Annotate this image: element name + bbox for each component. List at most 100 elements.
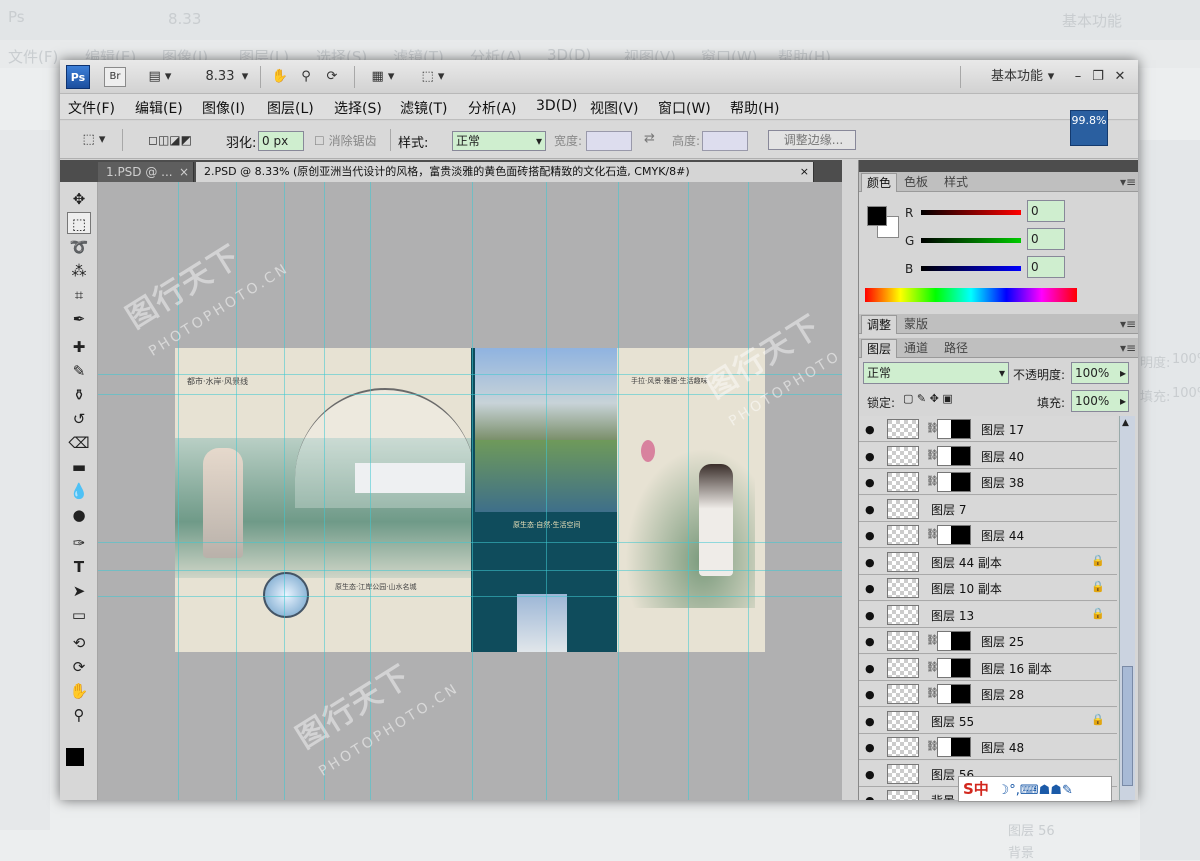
eye-visibility-icon[interactable]: ● [865, 609, 875, 622]
tab-doc1[interactable]: 1.PSD @ ... × [98, 162, 194, 182]
layer-name[interactable]: 图层 40 [981, 448, 1024, 465]
blur-tool-icon[interactable]: 💧 [67, 480, 91, 502]
close-icon[interactable]: ✕ [1112, 66, 1128, 88]
eye-visibility-icon[interactable]: ● [865, 794, 875, 800]
layer-name[interactable]: 图层 44 副本 [931, 554, 1002, 571]
foreground-color-swatch[interactable] [867, 206, 887, 226]
3d-orbit-icon[interactable]: ⟳ [67, 656, 91, 678]
dodge-tool-icon[interactable]: ● [67, 504, 91, 526]
zoom-tool-icon[interactable]: ⚲ [294, 66, 318, 88]
menu-image[interactable]: 图像(I) [202, 98, 245, 118]
panel-menu-icon[interactable]: ▾≡ [1115, 315, 1138, 334]
menu-file[interactable]: 文件(F) [68, 98, 115, 118]
layer-mask-thumbnail[interactable] [937, 419, 971, 439]
shape-tool-icon[interactable]: ▭ [67, 604, 91, 626]
layer-name[interactable]: 图层 44 [981, 527, 1024, 544]
tab-doc2[interactable]: 2.PSD @ 8.33% (原创亚洲当代设计的风格，富贵淡雅的黄色面砖搭配精致… [196, 162, 814, 182]
layer-name[interactable]: 图层 17 [981, 421, 1024, 438]
pen-tool-icon[interactable]: ✑ [67, 532, 91, 554]
screen-mode-menu-icon[interactable]: ⬚ ▾ [412, 66, 454, 88]
brush-tool-icon[interactable]: ✎ [67, 360, 91, 382]
antialias-checkbox[interactable]: ☐ 消除锯齿 [314, 132, 377, 149]
eye-visibility-icon[interactable]: ● [865, 662, 875, 675]
layer-mask-thumbnail[interactable] [937, 684, 971, 704]
eye-visibility-icon[interactable]: ● [865, 503, 875, 516]
layer-mask-thumbnail[interactable] [937, 445, 971, 466]
eye-visibility-icon[interactable]: ● [865, 582, 875, 595]
marquee-tool-icon[interactable]: ⬚ [67, 212, 91, 234]
height-input[interactable] [702, 131, 748, 151]
marquee-preset-icon[interactable]: ⬚ ▾ [74, 129, 114, 151]
zoom-level[interactable]: 8.33 [200, 66, 240, 88]
eyedropper-icon[interactable]: ✒ [67, 308, 91, 330]
g-input[interactable]: 0 [1027, 228, 1065, 250]
layer-name[interactable]: 图层 13 [931, 607, 974, 624]
gradient-tool-icon[interactable]: ▬ [67, 456, 91, 478]
foreground-color-swatch[interactable] [66, 748, 84, 766]
eye-visibility-icon[interactable]: ● [865, 529, 875, 542]
layer-row[interactable]: ● ⛓ 图层 38 [859, 469, 1117, 495]
layer-name[interactable]: 图层 55 [931, 713, 974, 730]
hand-tool-icon[interactable]: ✋ [268, 66, 292, 88]
blend-mode-select[interactable]: 正常 ▾ [863, 362, 1009, 384]
style-select[interactable]: 正常 ▾ [452, 131, 546, 151]
menu-analysis[interactable]: 分析(A) [468, 98, 517, 118]
b-slider[interactable] [921, 266, 1021, 271]
eye-visibility-icon[interactable]: ● [865, 556, 875, 569]
layer-row[interactable]: ● 图层 10 副本 🔒 [859, 575, 1117, 601]
layer-mask-thumbnail[interactable] [937, 631, 971, 651]
layer-row[interactable]: ● ⛓ 图层 17 [859, 416, 1117, 442]
layer-row[interactable]: ● ⛓ 图层 25 [859, 628, 1117, 654]
move-tool-icon[interactable]: ✥ [67, 188, 91, 210]
tab-layers[interactable]: 图层 [861, 339, 898, 358]
layer-name[interactable]: 图层 16 副本 [981, 660, 1052, 677]
menu-view[interactable]: 视图(V) [590, 98, 639, 118]
menu-help[interactable]: 帮助(H) [730, 98, 779, 118]
layer-name[interactable]: 图层 7 [931, 501, 966, 518]
hand-tool-icon[interactable]: ✋ [67, 680, 91, 702]
zoom-tool-icon[interactable]: ⚲ [67, 704, 91, 726]
type-tool-icon[interactable]: T [67, 556, 91, 578]
layer-row[interactable]: ● ⛓ 图层 16 副本 [859, 654, 1117, 681]
layers-scrollbar[interactable]: ▲ [1119, 416, 1135, 800]
layer-name[interactable]: 图层 25 [981, 633, 1024, 650]
healing-brush-icon[interactable]: ✚ [67, 336, 91, 358]
eraser-icon[interactable]: ⌫ [67, 432, 91, 454]
menu-edit[interactable]: 编辑(E) [135, 98, 183, 118]
tab-adjustments[interactable]: 调整 [861, 315, 898, 334]
layer-row[interactable]: ● 图层 44 副本 🔒 [859, 548, 1117, 575]
tab-styles[interactable]: 样式 [939, 173, 973, 192]
layer-name[interactable]: 背景 [931, 792, 955, 800]
width-input[interactable] [586, 131, 632, 151]
menu-filter[interactable]: 滤镜(T) [400, 98, 447, 118]
layer-row[interactable]: ● ⛓ 图层 48 [859, 734, 1117, 760]
layer-row[interactable]: ● ⛓ 图层 40 [859, 442, 1117, 469]
tab-channels[interactable]: 通道 [899, 339, 933, 358]
crop-tool-icon[interactable]: ⌗ [67, 284, 91, 306]
refine-edge-button[interactable]: 调整边缘... [768, 130, 856, 150]
3d-rotate-icon[interactable]: ⟲ [67, 632, 91, 654]
layer-row[interactable]: ● 图层 7 [859, 495, 1117, 522]
color-spectrum-bar[interactable] [865, 288, 1077, 302]
opacity-input[interactable]: 100% ▸ [1071, 362, 1129, 384]
layer-name[interactable]: 图层 28 [981, 686, 1024, 703]
menu-select[interactable]: 选择(S) [334, 98, 382, 118]
r-slider[interactable] [921, 210, 1021, 215]
panel-menu-icon[interactable]: ▾≡ [1115, 339, 1138, 358]
history-brush-icon[interactable]: ↺ [67, 408, 91, 430]
menu-layer[interactable]: 图层(L) [267, 98, 314, 118]
screen-mode-icon[interactable]: ▤ ▾ [140, 66, 180, 88]
panel-menu-icon[interactable]: ▾≡ [1115, 173, 1138, 192]
layer-name[interactable]: 图层 48 [981, 739, 1024, 756]
magic-wand-icon[interactable]: ⁂ [67, 260, 91, 282]
rotate-view-icon[interactable]: ⟳ [320, 66, 344, 88]
menu-window[interactable]: 窗口(W) [658, 98, 711, 118]
b-input[interactable]: 0 [1027, 256, 1065, 278]
layer-mask-thumbnail[interactable] [937, 472, 971, 492]
eye-visibility-icon[interactable]: ● [865, 741, 875, 754]
eye-visibility-icon[interactable]: ● [865, 688, 875, 701]
path-selection-icon[interactable]: ➤ [67, 580, 91, 602]
layer-row[interactable]: ● 图层 55 🔒 [859, 707, 1117, 734]
g-slider[interactable] [921, 238, 1021, 243]
menu-3d[interactable]: 3D(D) [536, 98, 577, 114]
